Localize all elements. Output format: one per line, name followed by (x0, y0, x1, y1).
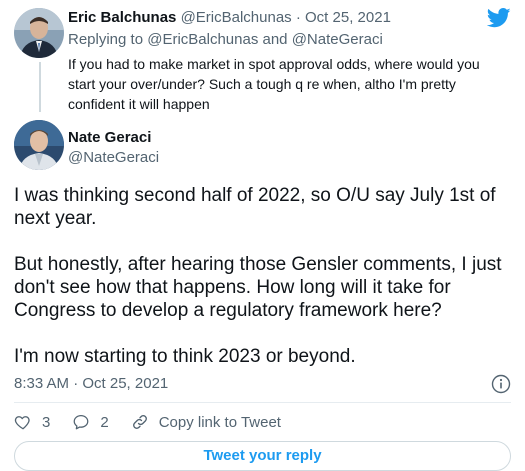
like-button[interactable]: 3 (14, 413, 50, 431)
copy-link-button[interactable]: Copy link to Tweet (131, 413, 281, 431)
link-icon (132, 415, 147, 429)
reply-author-handle[interactable]: @EricBalchunas (181, 9, 292, 26)
action-divider (14, 402, 511, 403)
reply-tweet-text: If you had to make market in spot approv… (68, 56, 480, 112)
tweet-paragraph: I was thinking second half of 2022, so O… (14, 185, 496, 229)
avatar-nate-geraci[interactable] (14, 120, 64, 170)
main-author-handle[interactable]: @NateGeraci (68, 148, 159, 167)
tweet-your-reply-button[interactable]: Tweet your reply (14, 441, 511, 471)
info-icon[interactable] (491, 374, 511, 394)
tweet-paragraph: I'm now starting to think 2023 or beyond… (14, 346, 356, 367)
twitter-bird-icon[interactable] (487, 8, 511, 28)
replying-prefix: Replying to (68, 31, 144, 48)
main-author-name[interactable]: Nate Geraci (68, 128, 151, 147)
tweet-paragraph: But honestly, after hearing those Gensle… (14, 254, 502, 321)
avatar-eric-balchunas[interactable] (14, 8, 64, 58)
heart-icon (14, 416, 30, 430)
reply-date[interactable]: Oct 25, 2021 (305, 9, 391, 26)
replying-handle-eric[interactable]: @EricBalchunas (147, 31, 258, 48)
header-separator: · (295, 9, 301, 26)
comment-icon (73, 414, 89, 430)
reply-author-name[interactable]: Eric Balchunas (68, 9, 176, 26)
replying-handle-nate[interactable]: @NateGeraci (292, 31, 383, 48)
reply-count-button[interactable]: 2 (72, 413, 109, 431)
replying-to-line: Replying to @EricBalchunas and @NateGera… (68, 30, 383, 49)
reply-count: 2 (100, 413, 109, 431)
reply-tweet-header: Eric Balchunas @EricBalchunas · Oct 25, … (68, 8, 391, 27)
main-tweet-text: I was thinking second half of 2022, so O… (14, 184, 514, 391)
copy-link-label: Copy link to Tweet (158, 413, 281, 431)
like-count: 3 (42, 413, 51, 431)
replying-and: and (262, 31, 288, 48)
thread-connector-line (39, 62, 41, 112)
tweet-timestamp[interactable]: 8:33 AM · Oct 25, 2021 (14, 374, 168, 393)
tweet-actions-bar: 3 2 Copy link to Tweet (14, 412, 303, 432)
